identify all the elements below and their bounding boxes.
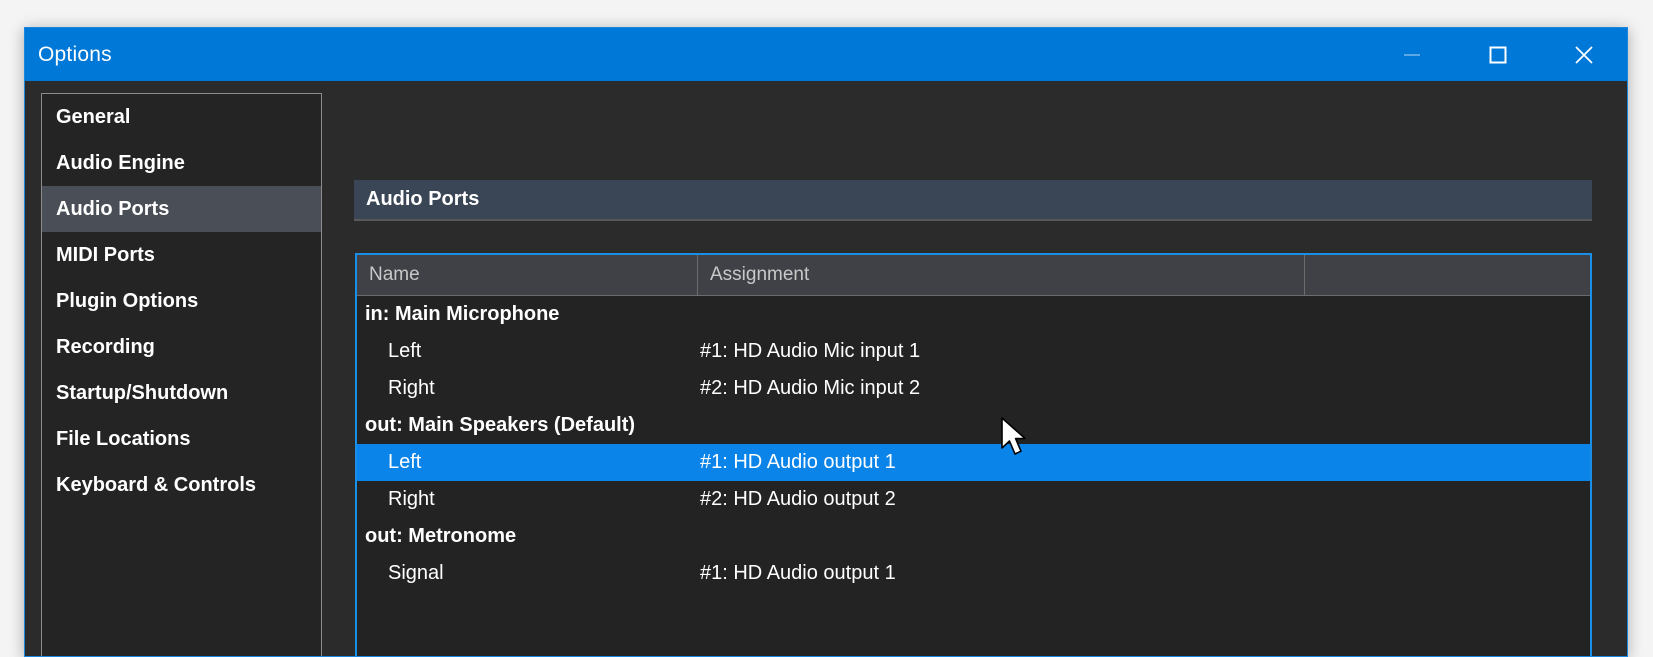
column-header-blank[interactable] xyxy=(1305,255,1590,295)
cell-assignment: #2: HD Audio output 2 xyxy=(700,488,896,510)
cell-assignment: #1: HD Audio output 1 xyxy=(700,562,896,584)
sidebar-item-label: Keyboard & Controls xyxy=(56,473,257,496)
window-body: General Audio Engine Audio Ports MIDI Po… xyxy=(25,81,1627,656)
sidebar-item-startup-shutdown[interactable]: Startup/Shutdown xyxy=(42,370,321,416)
sidebar-item-plugin-options[interactable]: Plugin Options xyxy=(42,278,321,324)
options-window: Options General Audio Engine Audio Ports… xyxy=(24,27,1628,657)
window-controls xyxy=(1369,28,1627,81)
table-body: in: Main Microphone Left #1: HD Audio Mic … xyxy=(357,296,1590,592)
close-icon xyxy=(1571,42,1597,68)
sidebar-item-general[interactable]: General xyxy=(42,94,321,140)
sidebar-item-label: MIDI Ports xyxy=(56,243,155,266)
sidebar-item-label: Audio Ports xyxy=(56,197,170,220)
table-header-row: Name Assignment xyxy=(357,255,1590,296)
cell-assignment: #1: HD Audio output 1 xyxy=(700,451,896,473)
table-row[interactable]: Left #1: HD Audio Mic input 1 xyxy=(357,333,1590,370)
sidebar-item-audio-ports[interactable]: Audio Ports xyxy=(42,186,321,232)
cell-assignment: #1: HD Audio Mic input 1 xyxy=(700,340,921,362)
cell-name: Right xyxy=(388,377,435,399)
maximize-button[interactable] xyxy=(1455,28,1541,81)
table-row[interactable]: Left #1: HD Audio output 1 xyxy=(357,444,1590,481)
table-row[interactable]: Right #2: HD Audio output 2 xyxy=(357,481,1590,518)
table-row[interactable]: out: Metronome xyxy=(357,518,1590,555)
sidebar-item-keyboard-controls[interactable]: Keyboard & Controls xyxy=(42,462,321,508)
sidebar-item-recording[interactable]: Recording xyxy=(42,324,321,370)
sidebar-item-label: Plugin Options xyxy=(56,289,199,312)
cell-name: Left xyxy=(388,340,422,362)
settings-sidebar[interactable]: General Audio Engine Audio Ports MIDI Po… xyxy=(41,93,322,656)
section-header-audio-ports: Audio Ports xyxy=(354,180,1592,221)
column-header-name[interactable]: Name xyxy=(357,255,698,295)
sidebar-item-label: Audio Engine xyxy=(56,151,185,174)
column-header-assignment[interactable]: Assignment xyxy=(698,255,1305,295)
cell-name: out: Metronome xyxy=(365,525,517,547)
table-row[interactable]: in: Main Microphone xyxy=(357,296,1590,333)
sidebar-item-label: Recording xyxy=(56,335,155,358)
cell-assignment: #2: HD Audio Mic input 2 xyxy=(700,377,921,399)
audio-ports-table[interactable]: Name Assignment in: Main Microphone Left #… xyxy=(355,253,1592,656)
sidebar-item-audio-engine[interactable]: Audio Engine xyxy=(42,140,321,186)
sidebar-item-label: File Locations xyxy=(56,427,191,450)
sidebar-item-label: Startup/Shutdown xyxy=(56,381,229,404)
cell-name: Right xyxy=(388,488,435,510)
table-row[interactable]: out: Main Speakers (Default) xyxy=(357,407,1590,444)
screen: Options General Audio Engine Audio Ports… xyxy=(0,0,1653,657)
sidebar-item-midi-ports[interactable]: MIDI Ports xyxy=(42,232,321,278)
section-title: Audio Ports xyxy=(366,188,480,210)
table-row[interactable]: Signal #1: HD Audio output 1 xyxy=(357,555,1590,592)
sidebar-item-label: General xyxy=(56,105,131,128)
minimize-button[interactable] xyxy=(1369,28,1455,81)
close-button[interactable] xyxy=(1541,28,1627,81)
sidebar-item-file-locations[interactable]: File Locations xyxy=(42,416,321,462)
cell-name: in: Main Microphone xyxy=(365,303,560,325)
window-titlebar[interactable]: Options xyxy=(25,28,1627,81)
table-row[interactable]: Right #2: HD Audio Mic input 2 xyxy=(357,370,1590,407)
settings-content: Audio Ports Name Assignment in: Main Mic… xyxy=(354,81,1627,656)
minimize-icon xyxy=(1401,44,1423,66)
window-title: Options xyxy=(38,43,112,66)
cell-name: out: Main Speakers (Default) xyxy=(365,414,636,436)
cell-name: Left xyxy=(388,451,422,473)
maximize-icon xyxy=(1486,43,1510,67)
cell-name: Signal xyxy=(388,562,444,584)
